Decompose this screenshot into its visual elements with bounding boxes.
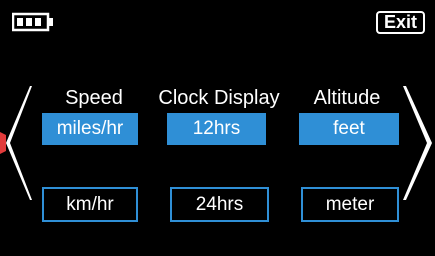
exit-button-label: Exit (383, 12, 417, 32)
exit-button[interactable]: Exit (376, 11, 425, 34)
speed-option-miles[interactable]: miles/hr (42, 113, 138, 145)
clock-display-label: Clock Display (158, 87, 280, 109)
speed-option-km[interactable]: km/hr (42, 187, 138, 222)
clock-option-24hrs[interactable]: 24hrs (170, 187, 269, 222)
speed-option-km-label: km/hr (66, 193, 114, 215)
altitude-label: Altitude (313, 87, 381, 109)
speed-option-miles-label: miles/hr (56, 118, 124, 139)
altitude-option-feet-label: feet (333, 118, 365, 139)
altitude-option-feet[interactable]: feet (299, 113, 399, 145)
altitude-option-meter[interactable]: meter (301, 187, 399, 222)
clock-option-12hrs-label: 12hrs (192, 118, 241, 139)
clock-option-12hrs[interactable]: 12hrs (167, 113, 266, 145)
chevron-right-icon[interactable] (401, 84, 435, 202)
battery-icon (11, 12, 56, 32)
speed-label: Speed (65, 87, 123, 109)
altitude-option-meter-label: meter (325, 193, 375, 215)
clock-option-24hrs-label: 24hrs (195, 193, 244, 215)
chevron-left-icon[interactable] (0, 84, 34, 202)
